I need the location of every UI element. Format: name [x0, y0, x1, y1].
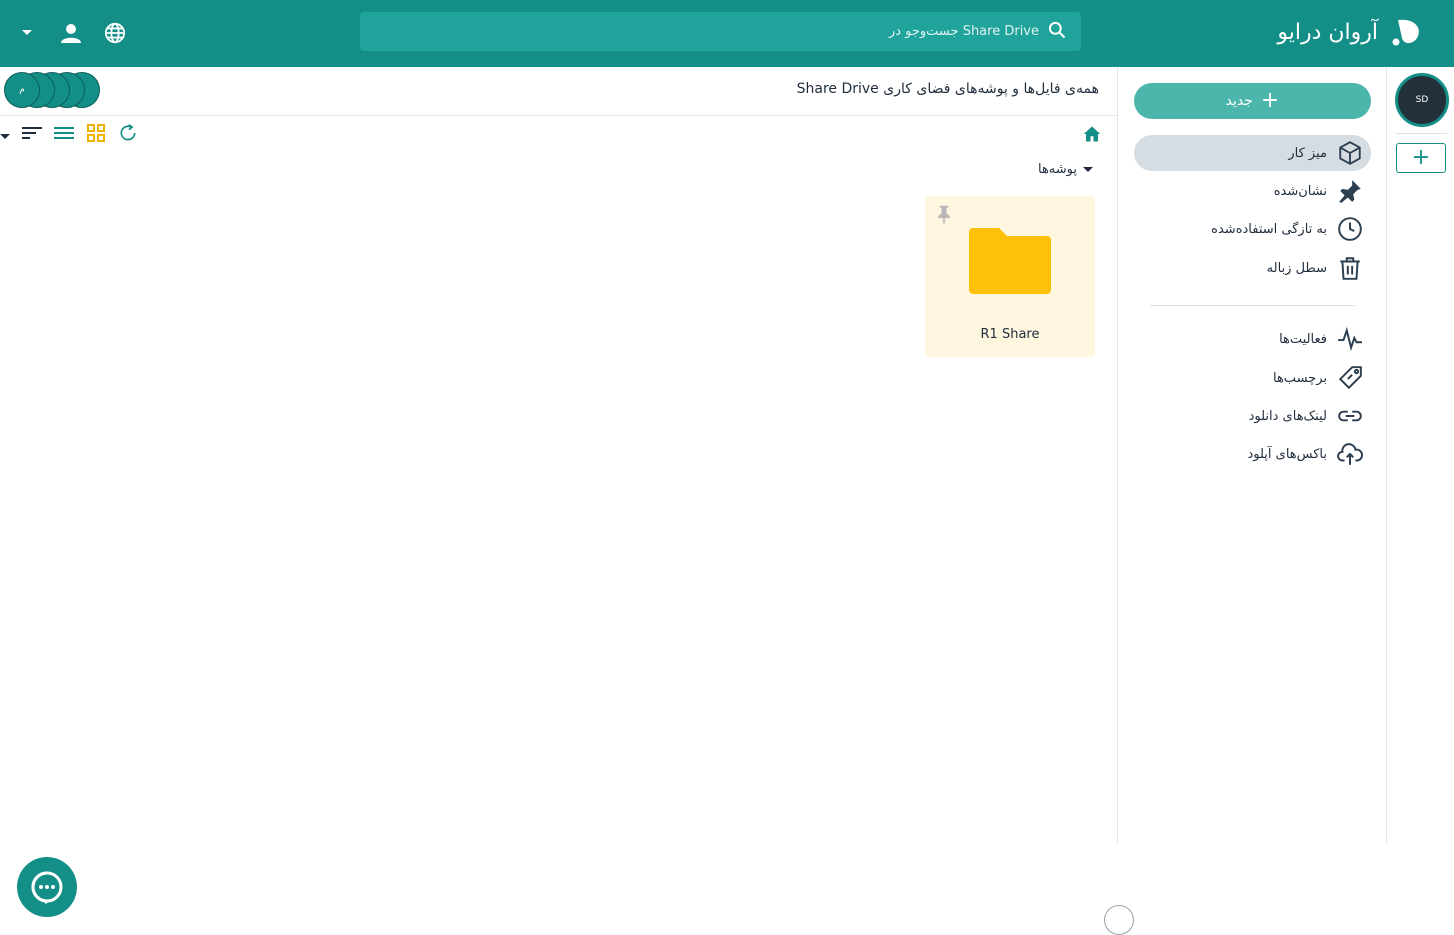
sort-icon[interactable]	[22, 124, 42, 146]
refresh-icon[interactable]	[118, 123, 138, 147]
pin-icon[interactable]	[934, 204, 954, 228]
language-icon[interactable]	[100, 18, 130, 48]
add-workspace-button[interactable]: +	[1396, 143, 1446, 173]
user-icon[interactable]	[56, 18, 86, 48]
plus-icon: +	[1260, 88, 1280, 113]
view-toolbar	[0, 123, 138, 147]
clock-icon	[1338, 217, 1362, 241]
sidebar-divider	[1150, 305, 1355, 306]
tag-icon	[1338, 366, 1362, 390]
list-view-icon[interactable]	[54, 124, 74, 146]
search-bar[interactable]	[360, 12, 1081, 51]
workspace-avatar[interactable]: SD	[1395, 73, 1449, 127]
top-bar: آروان درایو	[0, 0, 1454, 67]
pin-icon	[1339, 180, 1361, 203]
activity-icon	[1338, 326, 1362, 352]
sidebar-item-label: نشان‌شده	[1273, 183, 1327, 199]
sidebar-item-desk[interactable]: میز کار	[1134, 135, 1371, 171]
sidebar-item-label: لینک‌های دانلود	[1248, 408, 1327, 424]
new-button[interactable]: + جدید	[1134, 83, 1371, 119]
support-chat-button[interactable]	[17, 857, 77, 917]
folder-icon	[967, 226, 1053, 302]
app-name: آروان درایو	[1277, 19, 1378, 45]
sidebar-item-label: به تازگی استفاده‌شده	[1211, 221, 1327, 237]
chat-icon	[31, 871, 63, 905]
sidebar-item-download-links[interactable]: لینک‌های دانلود	[1134, 398, 1371, 434]
arvan-logo-icon	[1388, 14, 1424, 50]
cube-icon	[1339, 141, 1361, 165]
rail-divider	[1395, 133, 1447, 134]
sidebar-item-trash[interactable]: سطل زباله	[1134, 250, 1371, 286]
workspace-members[interactable]: م	[4, 72, 100, 110]
trash-icon	[1340, 257, 1360, 280]
main-content: م همه‌ی فایل‌ها و پوشه‌های فضای کاری Sha…	[0, 67, 1134, 935]
home-icon[interactable]	[1083, 125, 1101, 147]
header-actions	[12, 18, 130, 48]
sidebar-item-label: سطل زباله	[1266, 260, 1327, 276]
search-input[interactable]	[639, 24, 1039, 39]
account-menu-caret-icon[interactable]	[12, 18, 42, 48]
folders-section-toggle[interactable]: پوشه‌ها	[1038, 162, 1093, 177]
cloud-upload-icon	[1337, 443, 1363, 465]
sidebar-item-activities[interactable]: فعالیت‌ها	[1134, 321, 1371, 357]
caret-down-icon	[1083, 167, 1093, 172]
sidebar-item-upload-boxes[interactable]: باکس‌های آپلود	[1134, 436, 1371, 472]
page-title: همه‌ی فایل‌ها و پوشه‌های فضای کاری Share…	[796, 81, 1099, 97]
title-bar: م همه‌ی فایل‌ها و پوشه‌های فضای کاری Sha…	[0, 67, 1117, 116]
search-icon[interactable]	[1047, 20, 1067, 44]
new-button-label: جدید	[1225, 93, 1253, 109]
folder-name: R1 Share	[980, 327, 1040, 342]
sidebar-item-label: باکس‌های آپلود	[1247, 446, 1327, 462]
workspace-rail: SD +	[1386, 67, 1454, 844]
brand[interactable]: آروان درایو	[1277, 14, 1424, 50]
sidebar-item-pinned[interactable]: نشان‌شده	[1134, 173, 1371, 209]
sidebar-item-recent[interactable]: به تازگی استفاده‌شده	[1134, 211, 1371, 247]
section-label: پوشه‌ها	[1037, 162, 1077, 177]
sidebar-item-tags[interactable]: برچسب‌ها	[1134, 360, 1371, 396]
link-icon	[1338, 410, 1362, 422]
folder-card[interactable]: R1 Share	[925, 196, 1095, 357]
sidebar: + جدید میز کار نشان‌شده به تازگی استفاده…	[1117, 67, 1386, 844]
sidebar-item-label: برچسب‌ها	[1272, 370, 1327, 386]
sidebar-item-label: فعالیت‌ها	[1279, 331, 1327, 347]
collapse-sidebar-handle[interactable]	[1104, 905, 1134, 935]
grid-view-icon[interactable]	[86, 123, 106, 147]
member-avatar: م	[4, 72, 40, 108]
sidebar-item-label: میز کار	[1288, 145, 1327, 161]
dropdown-caret-icon[interactable]	[0, 126, 10, 145]
